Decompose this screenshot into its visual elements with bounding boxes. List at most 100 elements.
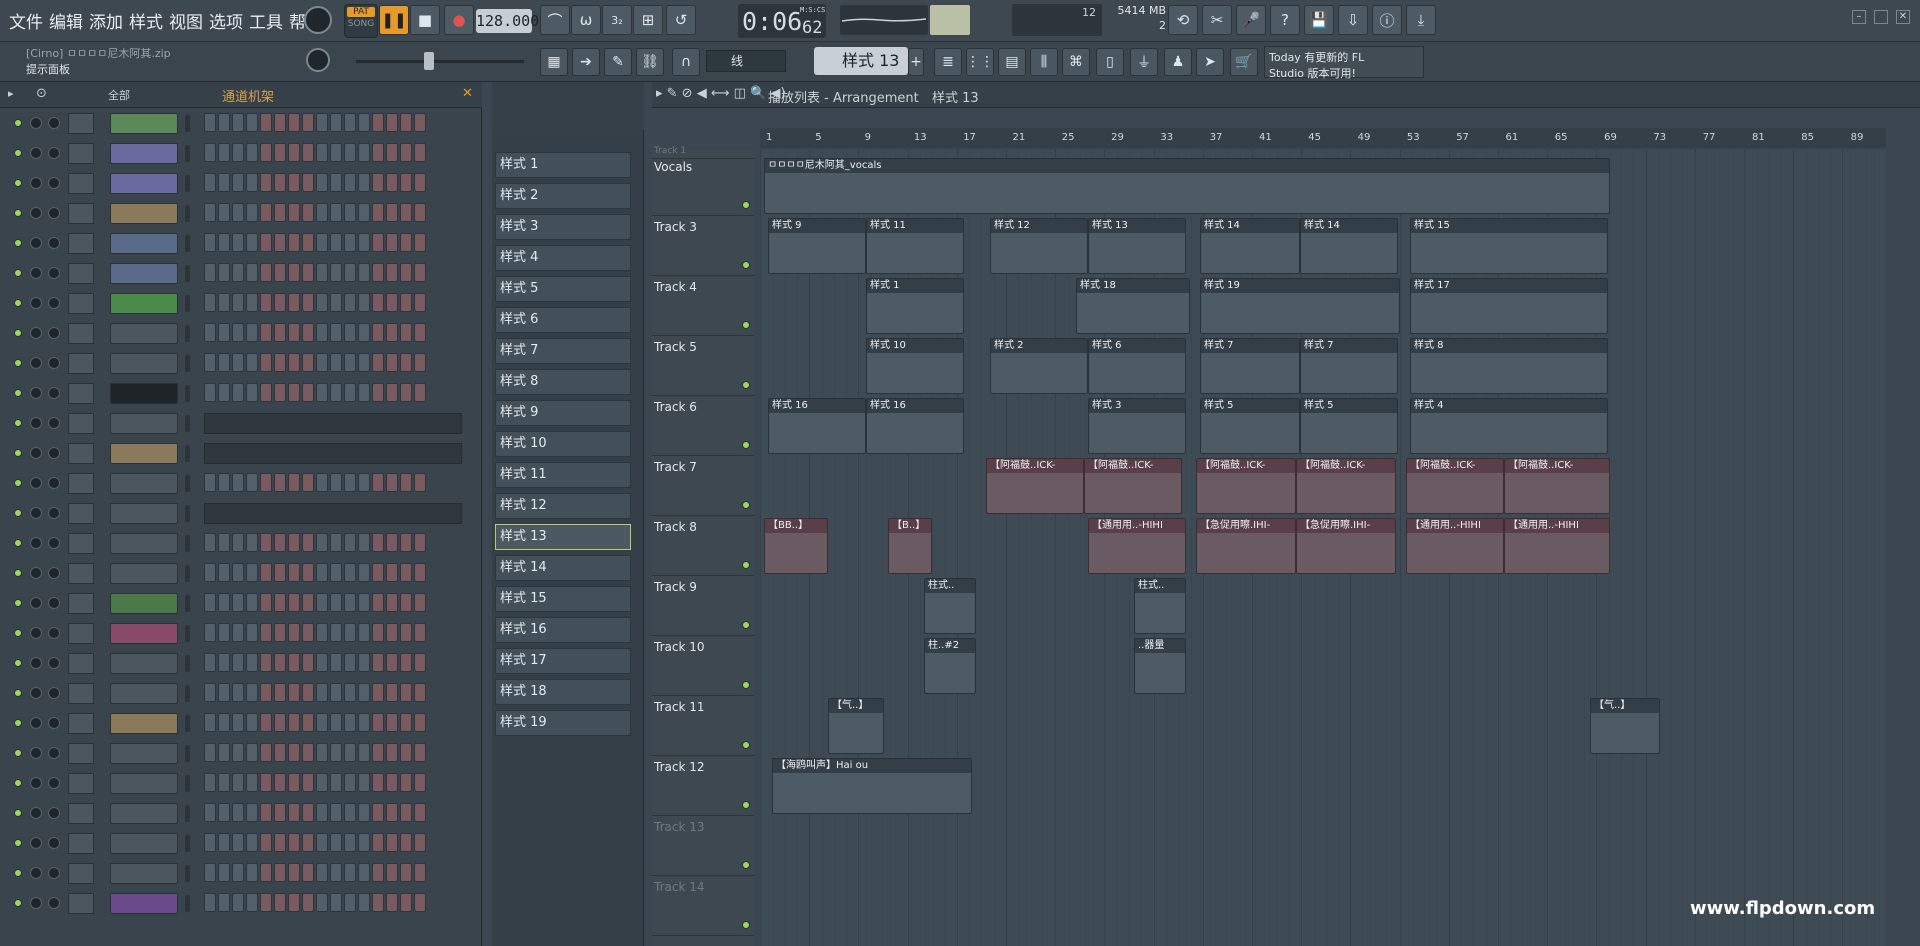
step-button[interactable]	[218, 113, 230, 132]
step-button[interactable]	[302, 203, 314, 222]
step-button[interactable]	[358, 563, 370, 582]
step-button[interactable]	[400, 593, 412, 612]
mixer-track-number[interactable]	[68, 773, 94, 794]
mute-led[interactable]	[14, 329, 22, 337]
step-button[interactable]	[232, 893, 244, 912]
step-button[interactable]	[218, 263, 230, 282]
step-button[interactable]	[232, 383, 244, 402]
mute-led[interactable]	[14, 749, 22, 757]
step-button[interactable]	[246, 473, 258, 492]
step-button[interactable]	[372, 683, 384, 702]
channel-row[interactable]	[4, 802, 474, 826]
step-button[interactable]	[288, 893, 300, 912]
channel-row[interactable]	[4, 772, 474, 796]
volume-knob[interactable]	[48, 567, 60, 579]
pattern-item[interactable]: 样式 8	[495, 369, 631, 395]
step-button[interactable]	[344, 773, 356, 792]
step-button[interactable]	[246, 893, 258, 912]
step-button[interactable]	[218, 173, 230, 192]
step-button[interactable]	[204, 293, 216, 312]
arrow-icon[interactable]: ➔	[572, 48, 600, 76]
step-button[interactable]	[288, 623, 300, 642]
mixer-track-number[interactable]	[68, 473, 94, 494]
step-button[interactable]	[330, 803, 342, 822]
pattern-item[interactable]: 样式 14	[495, 555, 631, 581]
step-button[interactable]	[274, 653, 286, 672]
step-button[interactable]	[274, 113, 286, 132]
step-button[interactable]	[344, 293, 356, 312]
pan-knob[interactable]	[30, 567, 42, 579]
step-button[interactable]	[316, 623, 328, 642]
playlist-clip[interactable]: 柱式..	[924, 578, 976, 634]
channel-row[interactable]	[4, 262, 474, 286]
select-led[interactable]	[185, 715, 190, 732]
channel-row[interactable]	[4, 382, 474, 406]
channel-row[interactable]	[4, 682, 474, 706]
master-pitch-knob[interactable]	[306, 48, 330, 72]
step-button[interactable]	[274, 323, 286, 342]
step-button[interactable]	[358, 533, 370, 552]
step-button[interactable]	[232, 203, 244, 222]
pattern-item[interactable]: 样式 6	[495, 307, 631, 333]
step-button[interactable]	[372, 713, 384, 732]
pattern-item[interactable]: 样式 13	[495, 524, 631, 550]
mixer-track-number[interactable]	[68, 803, 94, 824]
step-button[interactable]	[330, 233, 342, 252]
mute-led[interactable]	[14, 269, 22, 277]
person-icon[interactable]: ♟	[1164, 48, 1192, 76]
volume-knob[interactable]	[48, 627, 60, 639]
step-button[interactable]	[372, 533, 384, 552]
step-button[interactable]	[386, 743, 398, 762]
step-button[interactable]	[344, 863, 356, 882]
step-edit-icon[interactable]: ⊞	[633, 5, 663, 35]
piano-roll-preview[interactable]	[204, 503, 462, 524]
step-button[interactable]	[386, 683, 398, 702]
step-button[interactable]	[218, 563, 230, 582]
select-led[interactable]	[185, 265, 190, 282]
metronome-icon[interactable]: ⌒	[540, 5, 570, 35]
close-button[interactable]: ✕	[1896, 10, 1910, 24]
playlist-clip[interactable]: 样式 10	[866, 338, 964, 394]
step-button[interactable]	[288, 653, 300, 672]
step-button[interactable]	[344, 683, 356, 702]
step-button[interactable]	[204, 833, 216, 852]
step-button[interactable]	[302, 653, 314, 672]
step-button[interactable]	[288, 713, 300, 732]
step-button[interactable]	[218, 713, 230, 732]
select-led[interactable]	[185, 415, 190, 432]
step-button[interactable]	[400, 143, 412, 162]
volume-knob[interactable]	[48, 537, 60, 549]
mute-led[interactable]	[14, 299, 22, 307]
channel-name-button[interactable]	[110, 623, 178, 644]
record-button[interactable]: ●	[444, 5, 474, 35]
step-button[interactable]	[204, 203, 216, 222]
step-button[interactable]	[316, 713, 328, 732]
select-led[interactable]	[185, 745, 190, 762]
pan-knob[interactable]	[30, 207, 42, 219]
step-button[interactable]	[204, 563, 216, 582]
volume-knob[interactable]	[48, 837, 60, 849]
piano-roll-preview[interactable]	[204, 413, 462, 434]
track-header[interactable]: Track 13	[652, 816, 754, 876]
step-button[interactable]	[414, 593, 426, 612]
step-button[interactable]	[274, 473, 286, 492]
step-button[interactable]	[288, 383, 300, 402]
info-icon[interactable]: ⓘ	[1372, 5, 1402, 35]
step-button[interactable]	[414, 623, 426, 642]
step-button[interactable]	[302, 803, 314, 822]
bird-icon[interactable]: ➤	[1196, 48, 1224, 76]
step-button[interactable]	[344, 323, 356, 342]
step-button[interactable]	[232, 623, 244, 642]
step-button[interactable]	[344, 743, 356, 762]
step-button[interactable]	[302, 563, 314, 582]
brush-icon[interactable]: ✎	[604, 48, 632, 76]
playlist-clip[interactable]: 【阿福鼓..ICK-	[1296, 458, 1396, 514]
select-led[interactable]	[185, 685, 190, 702]
step-button[interactable]	[302, 173, 314, 192]
pattern-selector[interactable]: 样式 13	[814, 47, 908, 75]
pan-knob[interactable]	[30, 687, 42, 699]
step-button[interactable]	[344, 263, 356, 282]
step-button[interactable]	[288, 293, 300, 312]
step-button[interactable]	[414, 323, 426, 342]
playlist-clip[interactable]: 【阿福鼓..ICK-	[986, 458, 1084, 514]
